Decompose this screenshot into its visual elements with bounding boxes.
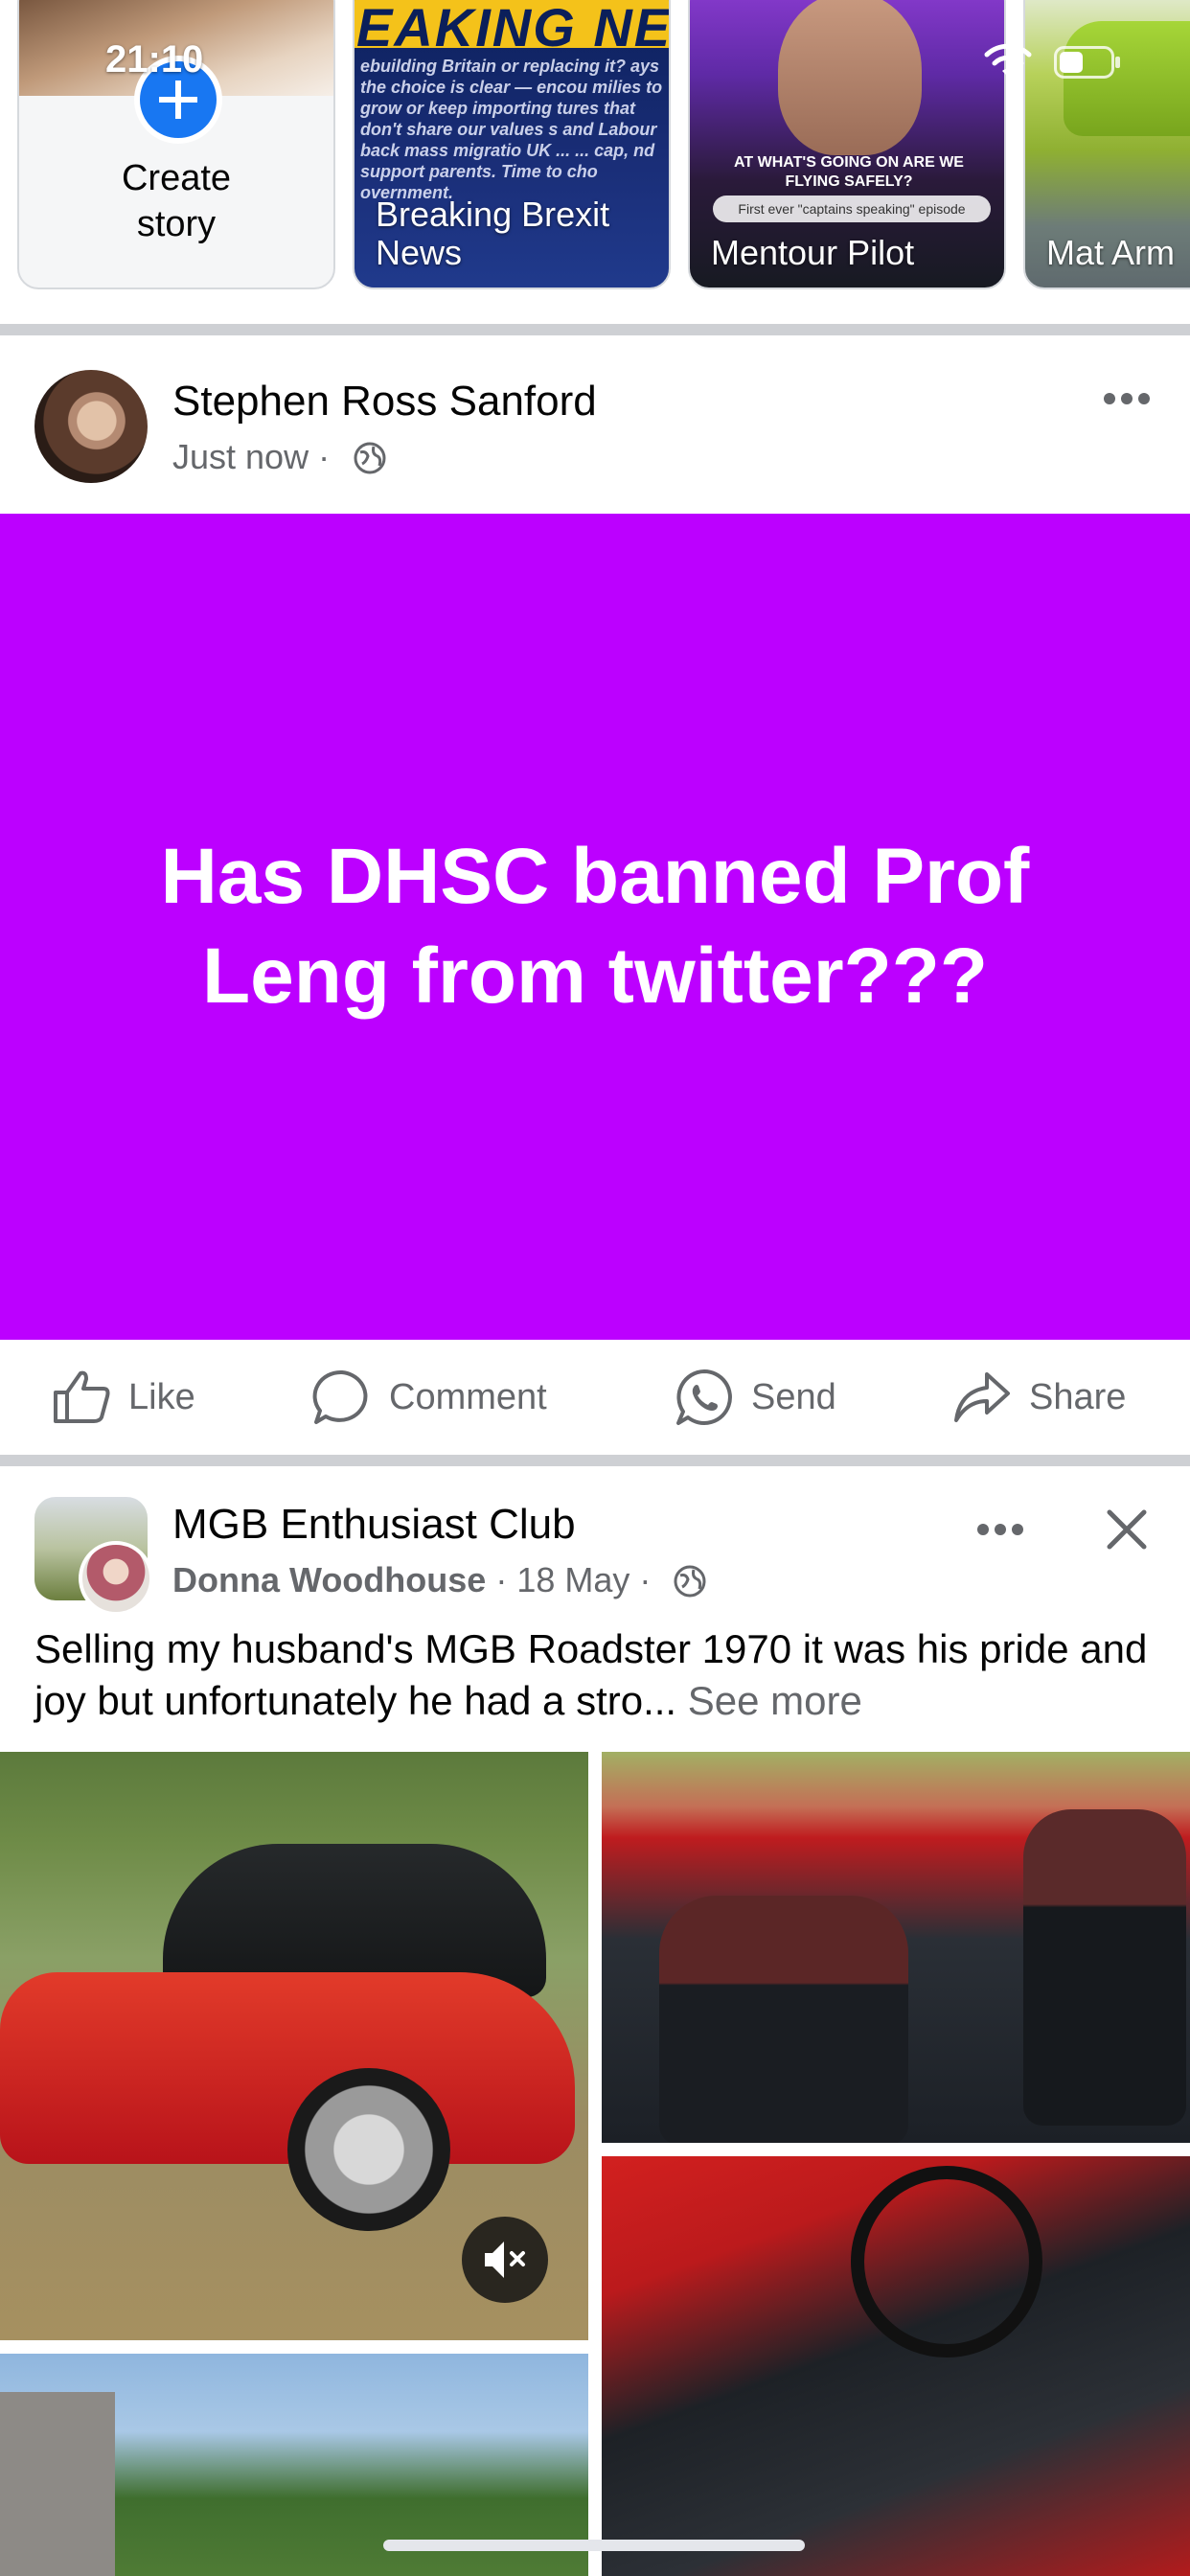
- battery-icon: [1054, 46, 1120, 79]
- post-text-card[interactable]: Has DHSC banned Prof Leng from twitter??…: [0, 514, 1190, 1340]
- comment-icon: [312, 1369, 368, 1424]
- stories-tray: Create story EAKING NE ebuilding Britain…: [0, 0, 1190, 324]
- post-action-bar: Like Comment Send Share: [0, 1340, 1190, 1455]
- story-mentour-pilot[interactable]: AT WHAT'S GOING ON ARE WE FLYING SAFELY?…: [688, 0, 1006, 289]
- house: [0, 2392, 115, 2576]
- car-wheel: [287, 2068, 450, 2231]
- story-author-name: Mat Arm: [1046, 233, 1176, 272]
- post-time: Just now: [172, 437, 309, 476]
- story-headline: EAKING NE: [356, 0, 671, 58]
- globe-icon: [354, 442, 386, 474]
- send-label: Send: [751, 1376, 836, 1417]
- like-button[interactable]: Like: [52, 1340, 195, 1455]
- comment-button[interactable]: Comment: [312, 1340, 547, 1455]
- more-options-icon[interactable]: [975, 1522, 1025, 1537]
- mute-button[interactable]: [462, 2217, 548, 2303]
- story-thumbnail: [778, 0, 922, 155]
- create-story-label: Create story: [121, 158, 232, 244]
- post-photo[interactable]: [602, 1752, 1190, 2143]
- story-thumbnail: [1064, 21, 1190, 136]
- whatsapp-icon: [676, 1369, 732, 1425]
- post-photo[interactable]: [602, 2156, 1190, 2576]
- car-seat: [1023, 1809, 1186, 2126]
- post-author-name[interactable]: Donna Woodhouse: [172, 1560, 486, 1599]
- car-body: [0, 1972, 575, 2164]
- story-author-name: Breaking Brexit News: [376, 195, 610, 272]
- post-text: Selling my husband's MGB Roadster 1970 i…: [34, 1626, 1148, 1723]
- close-icon[interactable]: [1104, 1506, 1150, 1552]
- post-meta-line: Donna Woodhouse · 18 May ·: [172, 1560, 652, 1599]
- story-body-text: ebuilding Britain or replacing it? ays t…: [360, 57, 663, 202]
- post-body-text: Selling my husband's MGB Roadster 1970 i…: [34, 1623, 1165, 1727]
- group-name[interactable]: MGB Enthusiast Club: [172, 1501, 576, 1549]
- member-avatar[interactable]: [79, 1541, 153, 1616]
- share-label: Share: [1029, 1376, 1127, 1417]
- post-timestamp: Just now ·: [172, 437, 331, 476]
- send-button[interactable]: Send: [675, 1340, 836, 1455]
- see-more-link[interactable]: See more: [688, 1678, 862, 1723]
- feed-divider: [0, 1455, 1190, 1466]
- story-author-name: Mentour Pilot: [711, 233, 915, 272]
- avatar[interactable]: [34, 370, 148, 483]
- story-breaking-brexit-news[interactable]: EAKING NE ebuilding Britain or replacing…: [353, 0, 671, 289]
- story-caption: AT WHAT'S GOING ON ARE WE FLYING SAFELY?: [734, 154, 964, 190]
- globe-icon: [674, 1565, 706, 1598]
- share-button[interactable]: Share: [952, 1340, 1126, 1455]
- more-options-icon[interactable]: [1102, 391, 1152, 406]
- car-seat: [659, 1896, 908, 2143]
- home-indicator[interactable]: [383, 2540, 805, 2551]
- story-tag: First ever "captains speaking" episode: [713, 196, 991, 222]
- like-label: Like: [128, 1376, 195, 1417]
- steering-wheel: [851, 2166, 1042, 2358]
- comment-label: Comment: [389, 1376, 547, 1417]
- share-icon: [954, 1372, 1010, 1422]
- post-author-name[interactable]: Stephen Ross Sanford: [172, 378, 597, 426]
- story-mat-arm[interactable]: Mat Arm: [1023, 0, 1190, 289]
- like-icon: [54, 1370, 110, 1423]
- status-time: 21:10: [105, 38, 204, 80]
- feed-divider: [0, 324, 1190, 335]
- wifi-icon: [984, 43, 1032, 77]
- post-card-text: Has DHSC banned Prof Leng from twitter??…: [160, 833, 1030, 1020]
- post-date: 18 May: [516, 1560, 630, 1599]
- muted-speaker-icon: [485, 2242, 525, 2278]
